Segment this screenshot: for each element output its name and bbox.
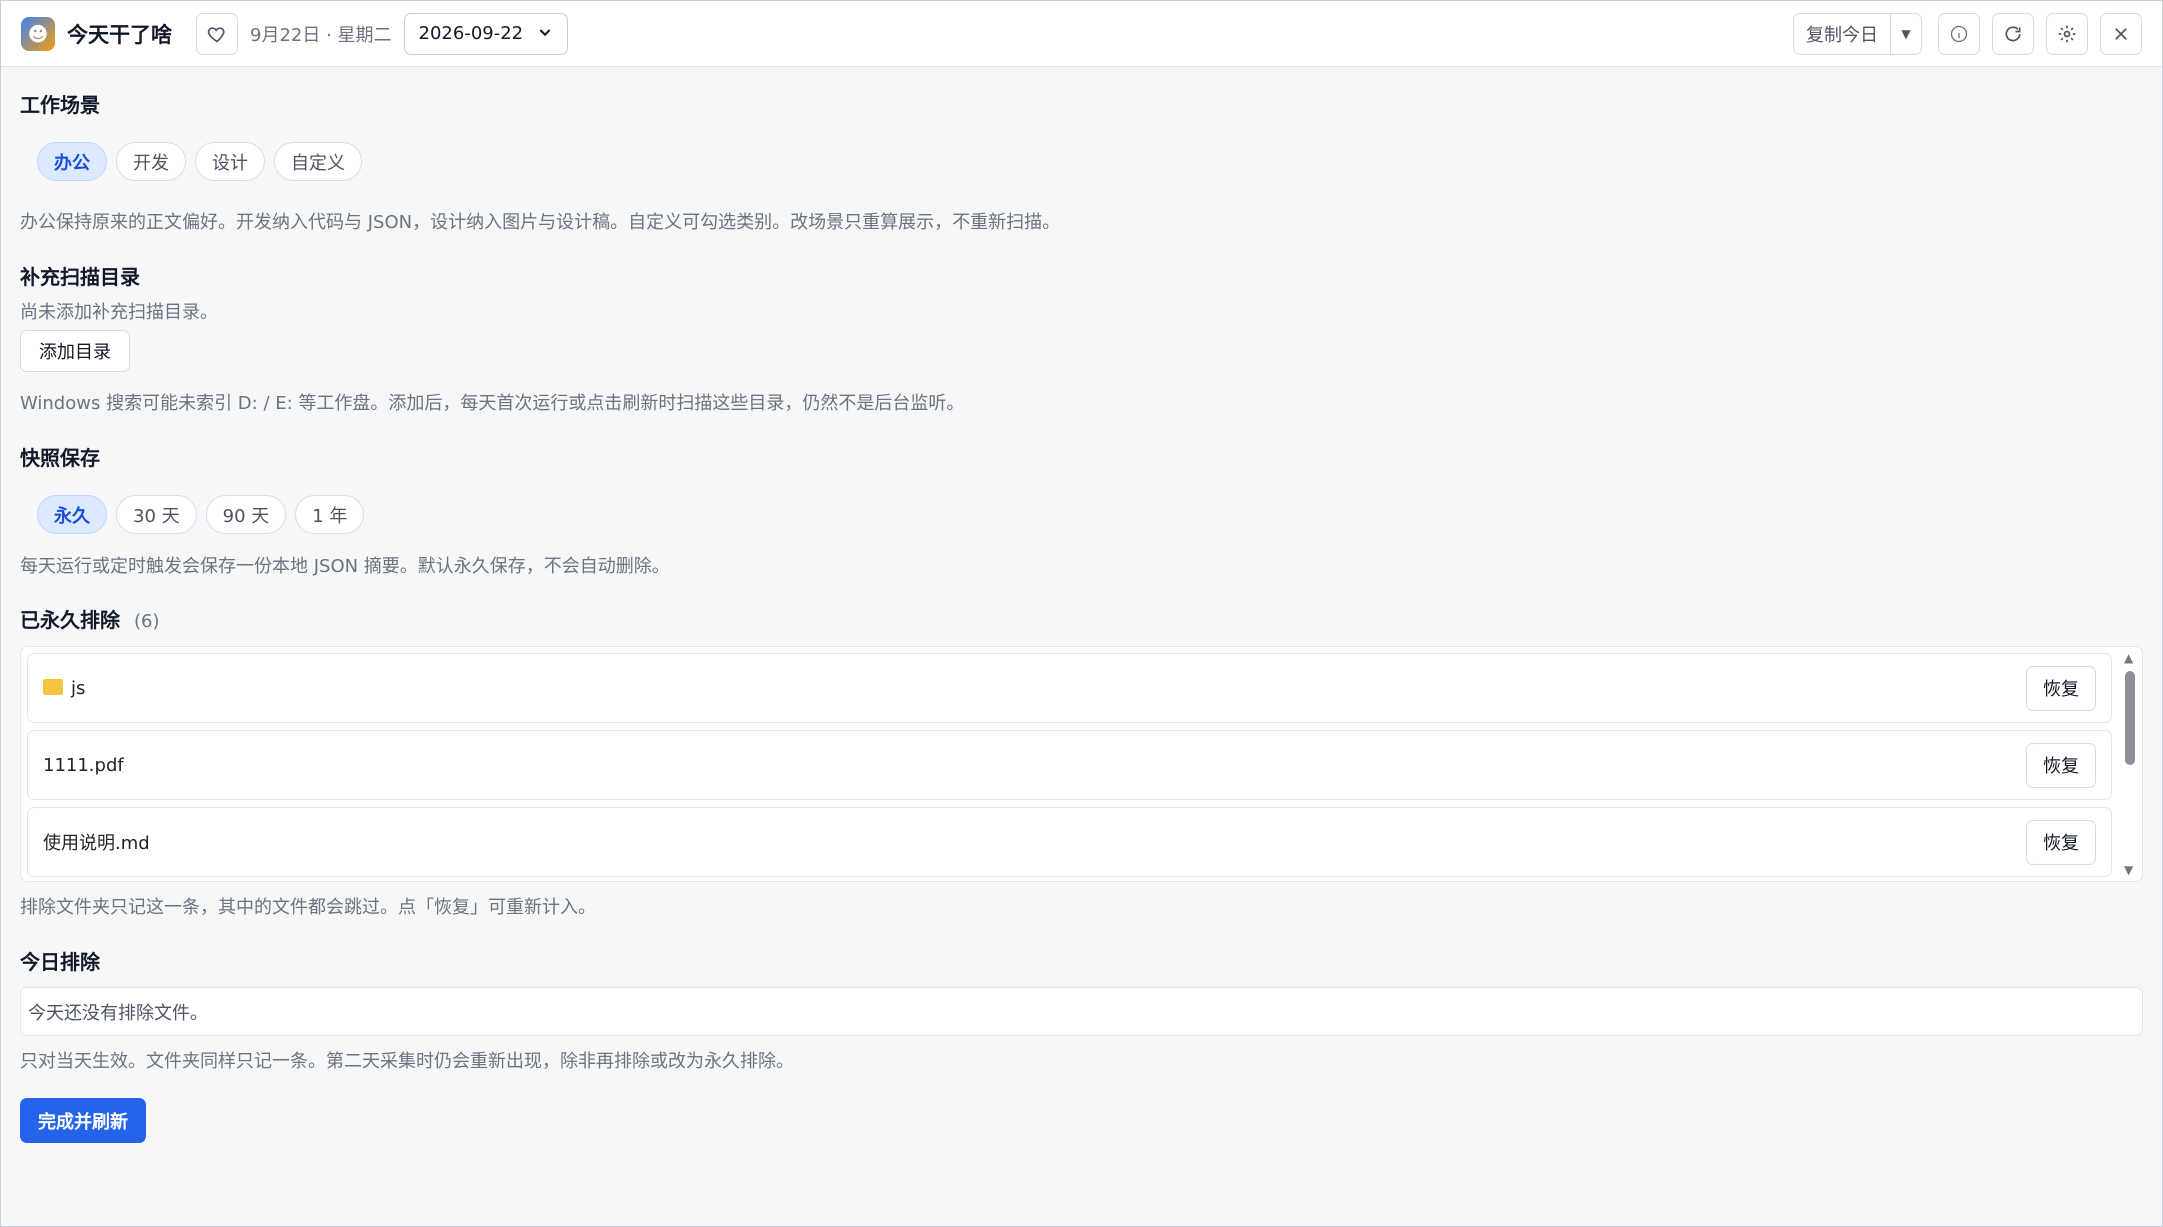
scan-dirs-help: Windows 搜索可能未索引 D: / E: 等工作盘。添加后，每天首次运行或… [20, 393, 965, 414]
app-title: 今天干了啥 [67, 22, 172, 47]
snapshot-pill-forever[interactable]: 永久 [37, 495, 107, 534]
restore-button[interactable]: 恢复 [2026, 819, 2096, 865]
scene-title: 工作场景 [20, 93, 100, 117]
scene-pill-dev[interactable]: 开发 [116, 142, 186, 181]
permanent-excluded-title: 已永久排除 (6) [20, 604, 2143, 633]
date-value: 2026-09-22 [418, 23, 524, 44]
close-icon [2115, 27, 2127, 40]
title-bar: ☻ 今天干了啥 9月22日 · 星期二 2026-09-22 复制今日 ▼ [1, 1, 2162, 67]
permanent-excluded-list: js 恢复 1111.pdf 恢复 使用说明.md 恢复 ▲ ▼ [20, 646, 2143, 882]
snapshot-title: 快照保存 [20, 446, 100, 470]
scene-pill-design[interactable]: 设计 [195, 142, 265, 181]
scroll-down-icon[interactable]: ▼ [2124, 863, 2133, 877]
scene-pill-custom[interactable]: 自定义 [274, 142, 362, 181]
chevron-down-icon [537, 24, 553, 44]
add-directory-button[interactable]: 添加目录 [20, 330, 130, 372]
gear-icon [2058, 25, 2076, 42]
list-item: js 恢复 [27, 653, 2112, 723]
scene-pill-office[interactable]: 办公 [37, 142, 107, 181]
app-logo-icon: ☻ [21, 16, 55, 51]
snapshot-pill-30d[interactable]: 30 天 [116, 495, 197, 534]
refresh-button[interactable] [1992, 12, 2034, 55]
date-picker[interactable]: 2026-09-22 [403, 12, 569, 55]
copy-today-split-button: 复制今日 ▼ [1793, 12, 1922, 55]
folder-icon [43, 679, 63, 695]
refresh-icon [2005, 25, 2021, 41]
settings-button[interactable] [2046, 12, 2088, 55]
item-name: js [71, 677, 86, 699]
settings-content: 工作场景 办公 开发 设计 自定义 办公保持原来的正文偏好。开发纳入代码与 JS… [1, 67, 2162, 1143]
info-button[interactable] [1938, 12, 1980, 55]
restore-button[interactable]: 恢复 [2026, 665, 2096, 711]
list-item: 使用说明.md 恢复 [27, 807, 2112, 877]
scroll-up-icon[interactable]: ▲ [2124, 651, 2133, 665]
snapshot-pill-1y[interactable]: 1 年 [295, 495, 365, 534]
permanent-excluded-label: 已永久排除 [20, 608, 120, 632]
scan-dirs-title: 补充扫描目录 [20, 265, 140, 289]
scan-dirs-empty: 尚未添加补充扫描目录。 [20, 302, 218, 323]
caret-down-icon: ▼ [1901, 26, 1911, 41]
date-label: 9月22日 · 星期二 [250, 24, 392, 46]
restore-button[interactable]: 恢复 [2026, 742, 2096, 788]
permanent-excluded-count: (6) [134, 611, 160, 632]
item-name: 1111.pdf [43, 754, 124, 776]
scene-help: 办公保持原来的正文偏好。开发纳入代码与 JSON，设计纳入图片与设计稿。自定义可… [20, 212, 1061, 233]
scene-pills: 办公 开发 设计 自定义 [37, 142, 2143, 181]
scroll-thumb[interactable] [2125, 671, 2135, 765]
today-excluded-help: 只对当天生效。文件夹同样只记一条。第二天采集时仍会重新出现，除非再排除或改为永久… [20, 1051, 794, 1072]
list-item: 1111.pdf 恢复 [27, 730, 2112, 800]
heart-icon [207, 26, 225, 43]
info-icon [1950, 25, 1968, 42]
favorite-button[interactable] [196, 12, 238, 55]
app-window: ☻ 今天干了啥 9月22日 · 星期二 2026-09-22 复制今日 ▼ 工作… [0, 0, 2163, 1227]
today-excluded-empty: 今天还没有排除文件。 [20, 987, 2143, 1036]
snapshot-help: 每天运行或定时触发会保存一份本地 JSON 摘要。默认永久保存，不会自动删除。 [20, 556, 670, 577]
snapshot-pill-90d[interactable]: 90 天 [205, 495, 287, 534]
finish-refresh-button[interactable]: 完成并刷新 [20, 1098, 146, 1143]
copy-options-dropdown[interactable]: ▼ [1891, 14, 1921, 54]
close-button[interactable] [2100, 12, 2142, 55]
snapshot-pills: 永久 30 天 90 天 1 年 [37, 495, 2143, 534]
permanent-excluded-help: 排除文件夹只记这一条，其中的文件都会跳过。点「恢复」可重新计入。 [20, 897, 596, 918]
list-scrollbar[interactable]: ▲ ▼ [2121, 651, 2139, 877]
copy-today-button[interactable]: 复制今日 [1794, 13, 1891, 54]
today-excluded-title: 今日排除 [20, 950, 100, 974]
item-name: 使用说明.md [43, 833, 150, 854]
